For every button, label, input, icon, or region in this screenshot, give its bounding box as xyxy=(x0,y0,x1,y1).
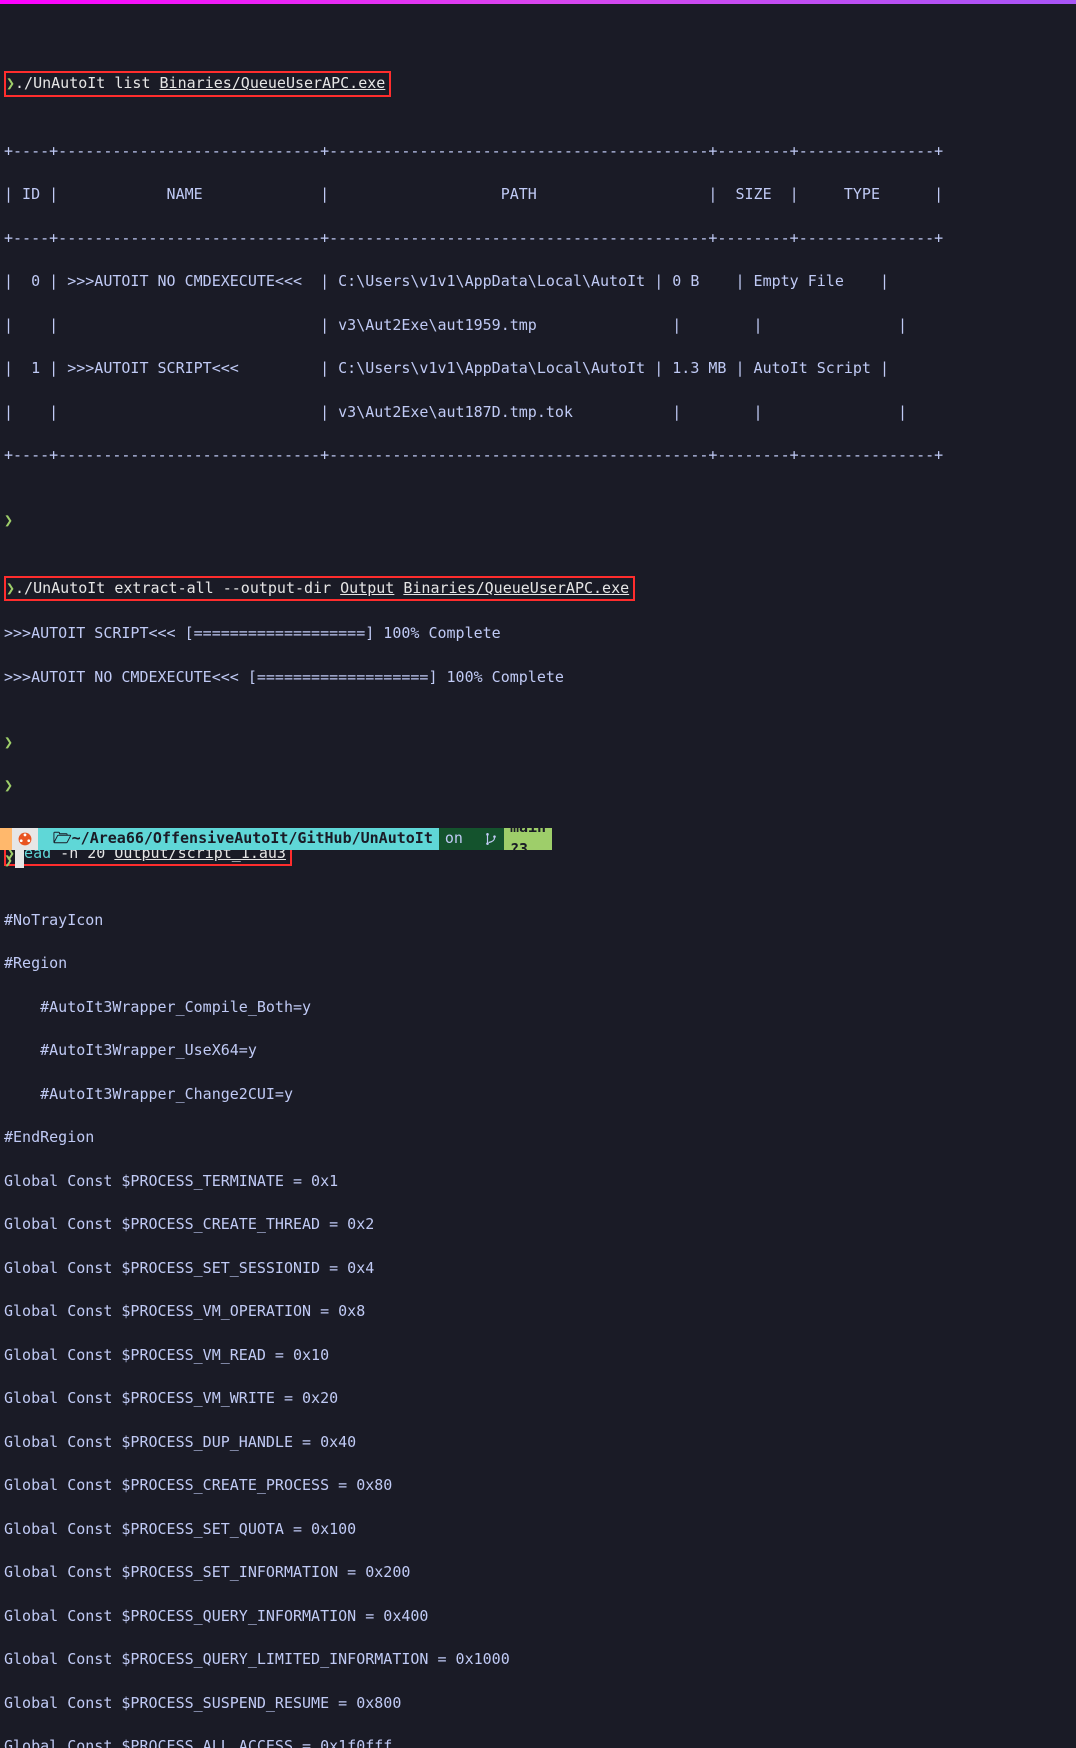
status-bar: 🗁 ~/Area66/OffensiveAutoIt/GitHub/UnAuto… xyxy=(0,828,1076,850)
highlight-box-cmd1: ❯./UnAutoIt list Binaries/QueueUserAPC.e… xyxy=(4,71,391,97)
script-line: Global Const $PROCESS_CREATE_PROCESS = 0… xyxy=(4,1475,1072,1497)
github-icon xyxy=(475,828,484,850)
extract-output-line: >>>AUTOIT SCRIPT<<< [===================… xyxy=(4,623,1072,645)
cmd1-arg: Binaries/QueueUserAPC.exe xyxy=(160,74,386,92)
table-div-bot: +----+-----------------------------+----… xyxy=(4,445,1072,467)
script-line: #AutoIt3Wrapper_UseX64=y xyxy=(4,1040,1072,1062)
script-line: #NoTrayIcon xyxy=(4,910,1072,932)
table-head: | ID | NAME | PATH | SIZE | TYPE | xyxy=(4,184,1072,206)
folder-icon: 🗁 xyxy=(44,828,72,850)
table-row: | 0 | >>>AUTOIT NO CMDEXECUTE<<< | C:\Us… xyxy=(4,271,1072,293)
status-filler xyxy=(552,828,1076,850)
table-div-top: +----+-----------------------------+----… xyxy=(4,141,1072,163)
cmd1-sub: list xyxy=(105,74,159,92)
script-line: Global Const $PROCESS_VM_OPERATION = 0x8 xyxy=(4,1301,1072,1323)
extract-output-line: >>>AUTOIT NO CMDEXECUTE<<< [============… xyxy=(4,667,1072,689)
status-path-dir: UnAutoIt xyxy=(361,828,433,850)
table-div-mid: +----+-----------------------------+----… xyxy=(4,228,1072,250)
script-line: Global Const $PROCESS_SET_QUOTA = 0x100 xyxy=(4,1519,1072,1541)
script-line: #EndRegion xyxy=(4,1127,1072,1149)
git-branch-icon xyxy=(484,832,498,846)
status-git xyxy=(469,828,504,850)
prompt-symbol: ❯ xyxy=(6,74,15,92)
table-row: | | | v3\Aut2Exe\aut1959.tmp | | | xyxy=(4,315,1072,337)
active-prompt[interactable]: ❯ xyxy=(4,850,24,872)
script-line: Global Const $PROCESS_SET_INFORMATION = … xyxy=(4,1562,1072,1584)
status-branch: main ?3 xyxy=(504,828,552,850)
status-path: 🗁 ~/Area66/OffensiveAutoIt/GitHub/UnAuto… xyxy=(38,828,439,850)
cmd2-arg1: Output xyxy=(340,579,394,597)
table-row: | 1 | >>>AUTOIT SCRIPT<<< | C:\Users\v1v… xyxy=(4,358,1072,380)
script-line: Global Const $PROCESS_ALL_ACCESS = 0x1f0… xyxy=(4,1736,1072,1748)
script-line: Global Const $PROCESS_SUSPEND_RESUME = 0… xyxy=(4,1693,1072,1715)
script-line: Global Const $PROCESS_VM_READ = 0x10 xyxy=(4,1345,1072,1367)
script-line: #Region xyxy=(4,953,1072,975)
prompt-symbol: ❯ xyxy=(4,733,13,751)
prompt-symbol: ❯ xyxy=(6,579,15,597)
script-line: Global Const $PROCESS_QUERY_INFORMATION … xyxy=(4,1606,1072,1628)
ubuntu-logo-icon xyxy=(18,832,32,846)
script-line: Global Const $PROCESS_TERMINATE = 0x1 xyxy=(4,1171,1072,1193)
cmd2-arg2: Binaries/QueueUserAPC.exe xyxy=(403,579,629,597)
prompt-symbol: ❯ xyxy=(4,511,13,529)
script-line: Global Const $PROCESS_QUERY_LIMITED_INFO… xyxy=(4,1649,1072,1671)
script-line: Global Const $PROCESS_DUP_HANDLE = 0x40 xyxy=(4,1432,1072,1454)
script-line: Global Const $PROCESS_CREATE_THREAD = 0x… xyxy=(4,1214,1072,1236)
cmd2-sub: extract-all --output-dir xyxy=(105,579,340,597)
highlight-box-cmd2: ❯./UnAutoIt extract-all --output-dir Out… xyxy=(4,576,635,602)
script-line: #AutoIt3Wrapper_Compile_Both=y xyxy=(4,997,1072,1019)
ubuntu-icon xyxy=(12,828,38,850)
script-line: #AutoIt3Wrapper_Change2CUI=y xyxy=(4,1084,1072,1106)
status-path-prefix: ~/Area66/OffensiveAutoIt/GitHub/ xyxy=(72,828,361,850)
cmd2-exec: ./UnAutoIt xyxy=(15,579,105,597)
cursor xyxy=(15,850,24,868)
terminal[interactable]: ❯./UnAutoIt list Binaries/QueueUserAPC.e… xyxy=(0,4,1076,1748)
script-line: Global Const $PROCESS_SET_SESSIONID = 0x… xyxy=(4,1258,1072,1280)
script-line: Global Const $PROCESS_VM_WRITE = 0x20 xyxy=(4,1388,1072,1410)
status-time xyxy=(0,828,12,850)
table-row: | | | v3\Aut2Exe\aut187D.tmp.tok | | | xyxy=(4,402,1072,424)
prompt-symbol: ❯ xyxy=(4,776,13,794)
status-on: on xyxy=(439,828,469,850)
cmd1-exec: ./UnAutoIt xyxy=(15,74,105,92)
